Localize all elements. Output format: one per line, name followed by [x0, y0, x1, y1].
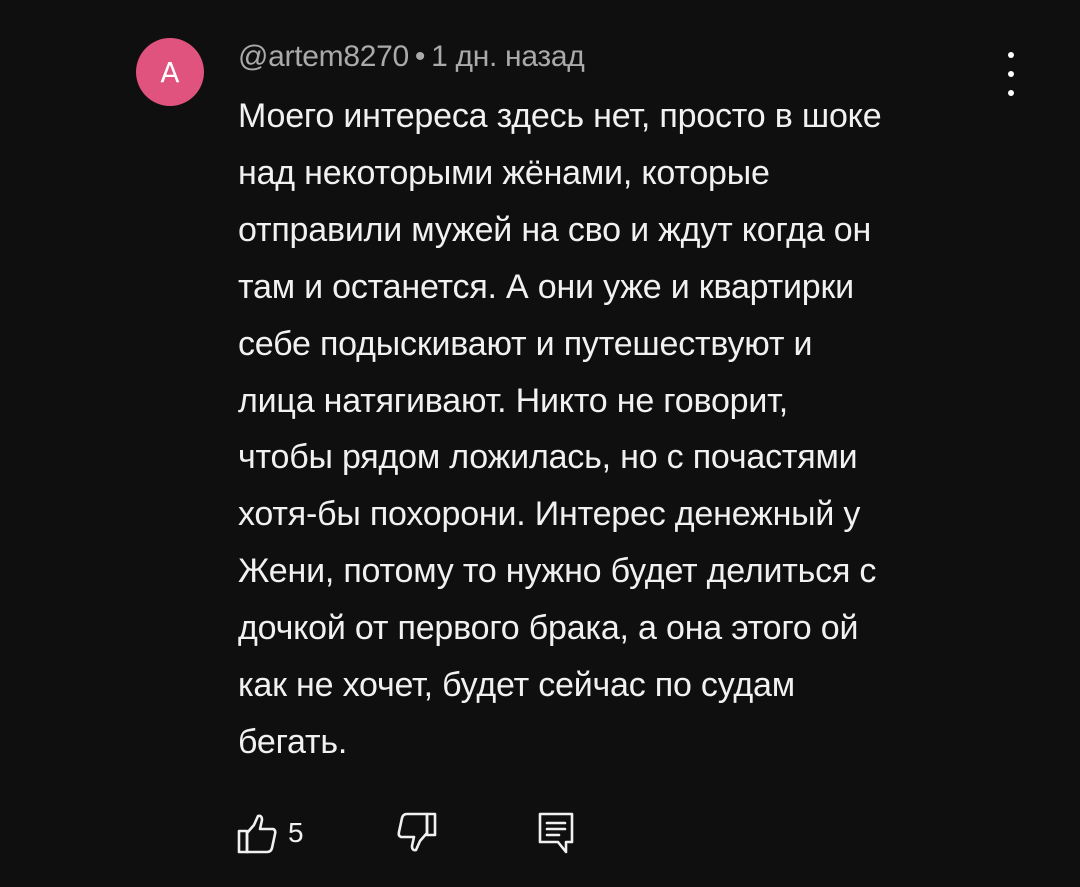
- comment-text-line: там и останется. А они уже и квартирки: [238, 267, 854, 306]
- comment-timestamp[interactable]: 1 дн. назад: [431, 40, 585, 73]
- menu-dot: [1008, 90, 1014, 96]
- author-handle[interactable]: @artem8270: [238, 40, 409, 73]
- comment-text-line: дочкой от первого брака, а она этого ой: [238, 609, 859, 648]
- comment-text-line: чтобы рядом ложилась, но с почастями: [238, 438, 858, 477]
- menu-dot: [1008, 52, 1014, 58]
- like-count: 5: [288, 817, 304, 848]
- thumb-down-icon: [396, 811, 438, 855]
- comment-text-line: отправили мужей на сво и ждут когда он: [238, 210, 872, 249]
- comment-text-line: себе подыскивают и путешествуют и: [238, 324, 813, 363]
- thumb-up-icon: [236, 811, 278, 855]
- comment-text-line: как не хочет, будет сейчас по судам: [238, 666, 795, 705]
- comment-reply-icon: [536, 810, 576, 856]
- avatar[interactable]: A: [136, 38, 204, 106]
- comment-text: Моего интереса здесь нет, просто в шоке …: [238, 88, 1008, 771]
- reply-button[interactable]: [536, 808, 576, 858]
- comment-text-line: бегать.: [238, 722, 348, 761]
- comment-text-line: над некоторыми жёнами, которые: [238, 153, 770, 192]
- comment-actions: 5: [236, 808, 636, 858]
- comment-item: A @artem8270 • 1 дн. назад Моего интереса …: [0, 0, 1080, 887]
- comment-header: @artem8270 • 1 дн. назад: [238, 40, 585, 74]
- meta-separator: •: [414, 40, 426, 73]
- menu-dot: [1008, 71, 1014, 77]
- comment-text-line: Моего интереса здесь нет, просто в шоке: [238, 97, 882, 135]
- comment-text-line: хотя-бы похорони. Интерес денежный у: [238, 495, 861, 534]
- like-button[interactable]: 5: [236, 808, 304, 858]
- dislike-button[interactable]: [396, 808, 438, 858]
- comment-text-line: Жени, потому то нужно будет делиться с: [238, 552, 877, 591]
- comment-text-line: лица натягивают. Никто не говорит,: [238, 381, 788, 420]
- avatar-letter: A: [160, 55, 180, 89]
